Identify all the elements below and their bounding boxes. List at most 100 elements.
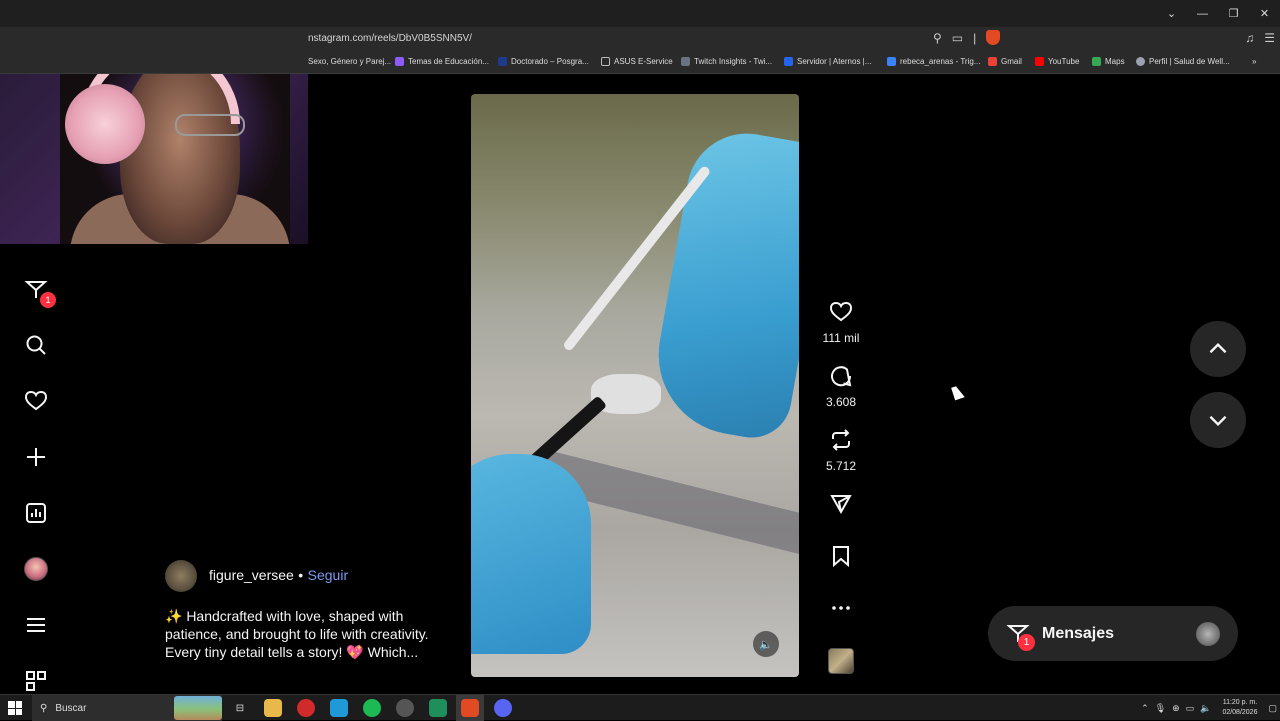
dashboard-icon[interactable]	[22, 499, 50, 527]
messages-icon[interactable]: 1	[22, 276, 56, 308]
bookmark-item[interactable]: YouTube	[1035, 57, 1079, 66]
task-view-icon[interactable]: ⊟	[231, 699, 249, 717]
author-row: figure_versee • Seguir	[165, 560, 465, 592]
profile-avatar[interactable]	[22, 555, 50, 583]
monitor-icon[interactable]: ▭	[1186, 703, 1195, 714]
notifications-icon[interactable]	[22, 387, 50, 415]
brave-icon[interactable]	[461, 699, 479, 717]
video-scene	[646, 124, 799, 444]
messages-dock[interactable]: 1 Mensajes	[988, 606, 1238, 661]
app-icon[interactable]	[297, 699, 315, 717]
brave-shield-icon[interactable]	[986, 30, 1001, 45]
zoom-icon[interactable]: ⚲	[933, 31, 942, 45]
comment-icon	[831, 366, 852, 387]
instagram-reels-page: 1 🔈 111 mil 3.608 5.712 figure_versee • …	[0, 74, 1280, 694]
conversation-avatar	[1196, 621, 1220, 646]
minimize-icon[interactable]: —	[1187, 0, 1218, 27]
glasses	[175, 114, 245, 136]
share-icon	[830, 495, 852, 515]
bookmark-item[interactable]: Servidor | Aternos |...	[784, 57, 871, 66]
cast-icon[interactable]: ▭	[952, 31, 963, 45]
gmail-icon	[988, 57, 997, 66]
system-clock[interactable]: 11:20 p. m. 02/08/2026	[1222, 698, 1257, 718]
reel-video[interactable]: 🔈	[471, 94, 799, 677]
file-explorer-icon[interactable]	[264, 699, 282, 717]
microphone-icon[interactable]: 🎙	[1155, 703, 1166, 714]
separator-dot: •	[298, 567, 304, 583]
url-field[interactable]: nstagram.com/reels/DbV0B5SNN5V/	[308, 33, 472, 44]
follow-button[interactable]: Seguir	[308, 567, 348, 583]
bookmark-item[interactable]: Doctorado – Posgra...	[498, 57, 589, 66]
search-icon: ⚲	[40, 702, 48, 714]
restore-icon[interactable]: ❐	[1218, 0, 1249, 27]
like-button[interactable]: 111 mil	[820, 300, 862, 345]
chevron-up-icon[interactable]: ⌃	[1141, 703, 1149, 714]
bookmark-label: ASUS E-Service	[614, 57, 673, 66]
author-username[interactable]: figure_versee	[209, 567, 294, 583]
bookmark-item[interactable]: Sexo, Género y Parej...	[308, 57, 391, 66]
save-button[interactable]	[820, 544, 862, 573]
tab-list-icon[interactable]: ⌄	[1156, 0, 1187, 27]
previous-reel-button[interactable]	[1190, 321, 1246, 377]
bookmark-label: Maps	[1105, 57, 1125, 66]
author-avatar[interactable]	[165, 560, 197, 592]
repost-count: 5.712	[825, 459, 857, 473]
messages-label: Mensajes	[1042, 624, 1115, 642]
comment-count: 3.608	[825, 395, 857, 409]
like-count: 111 mil	[822, 331, 860, 345]
bookmark-item[interactable]: Perfil | Salud de Well...	[1136, 57, 1230, 66]
repost-icon	[832, 429, 850, 451]
app-icon[interactable]	[429, 699, 447, 717]
app-icon[interactable]	[330, 699, 348, 717]
volume-icon[interactable]: 🔈	[753, 631, 779, 657]
bookmark-label: YouTube	[1048, 57, 1080, 66]
audio-button[interactable]	[820, 648, 862, 674]
create-icon[interactable]	[22, 443, 50, 471]
bookmark-item[interactable]: Twitch Insights - Twi...	[681, 57, 772, 66]
menu-icon[interactable]	[22, 611, 50, 639]
system-tray: ⌃ 🎙 ⊕ ▭ 🔈 11:20 p. m. 02/08/2026 ▢	[1138, 695, 1280, 721]
windows-taskbar: ⚲ Buscar ⊟ ⌃ 🎙 ⊕ ▭ 🔈 11:20 p. m. 02/08/2…	[0, 694, 1280, 721]
search-icon[interactable]	[22, 331, 50, 359]
bookmark-item[interactable]: Temas de Educación...	[395, 57, 489, 66]
more-apps-icon[interactable]	[22, 667, 50, 695]
more-options-button[interactable]	[820, 596, 862, 625]
bookmark-item[interactable]: Gmail	[988, 57, 1022, 66]
more-bookmarks-icon[interactable]: »	[1252, 57, 1256, 66]
volume-icon[interactable]: 🔈	[1200, 703, 1211, 714]
comment-button[interactable]: 3.608	[820, 364, 862, 409]
windows-start-icon[interactable]	[8, 701, 22, 715]
bookmarks-bar: Sexo, Género y Parej... Temas de Educaci…	[0, 52, 1280, 74]
discord-icon[interactable]	[494, 699, 512, 717]
obs-icon[interactable]	[396, 699, 414, 717]
bookmark-item[interactable]: rebeca_arenas - Trig...	[887, 57, 980, 66]
bookmark-item[interactable]: ASUS E-Service	[601, 57, 673, 66]
caption-line: Every tiny detail tells a story! 💖 Which…	[165, 644, 419, 660]
repost-button[interactable]: 5.712	[820, 428, 862, 473]
bookmark-label: rebeca_arenas - Trig...	[900, 57, 981, 66]
audio-thumbnail	[828, 648, 854, 674]
next-reel-button[interactable]	[1190, 392, 1246, 448]
maps-icon	[1092, 57, 1101, 66]
network-icon[interactable]: ⊕	[1172, 703, 1180, 714]
close-icon[interactable]: ✕	[1249, 0, 1280, 27]
taskbar-search-placeholder: Buscar	[55, 702, 87, 714]
caption-line: patience, and brought to life with creat…	[165, 626, 429, 642]
bookmark-favicon-icon	[395, 57, 404, 66]
bookmark-favicon-icon	[498, 57, 507, 66]
share-button[interactable]	[820, 492, 862, 521]
folder-icon	[601, 57, 610, 66]
browser-menu-icon[interactable]: ☰	[1264, 31, 1275, 45]
messages-badge: 1	[40, 292, 56, 308]
bookmark-favicon-icon	[681, 57, 690, 66]
address-bar-icons: ⚲ ▭ | ♫ ☰	[928, 30, 1280, 45]
window-titlebar: ⌄ — ❐ ✕	[0, 0, 1280, 27]
window-controls: ⌄ — ❐ ✕	[1156, 0, 1280, 27]
reel-caption[interactable]: ✨ Handcrafted with love, shaped with pat…	[165, 607, 445, 661]
notifications-icon[interactable]: ▢	[1268, 703, 1277, 714]
spotify-icon[interactable]	[363, 699, 381, 717]
taskbar-search[interactable]: ⚲ Buscar	[32, 695, 222, 721]
bookmark-label: Doctorado – Posgra...	[511, 57, 589, 66]
media-icon[interactable]: ♫	[1245, 31, 1254, 45]
bookmark-item[interactable]: Maps	[1092, 57, 1125, 66]
